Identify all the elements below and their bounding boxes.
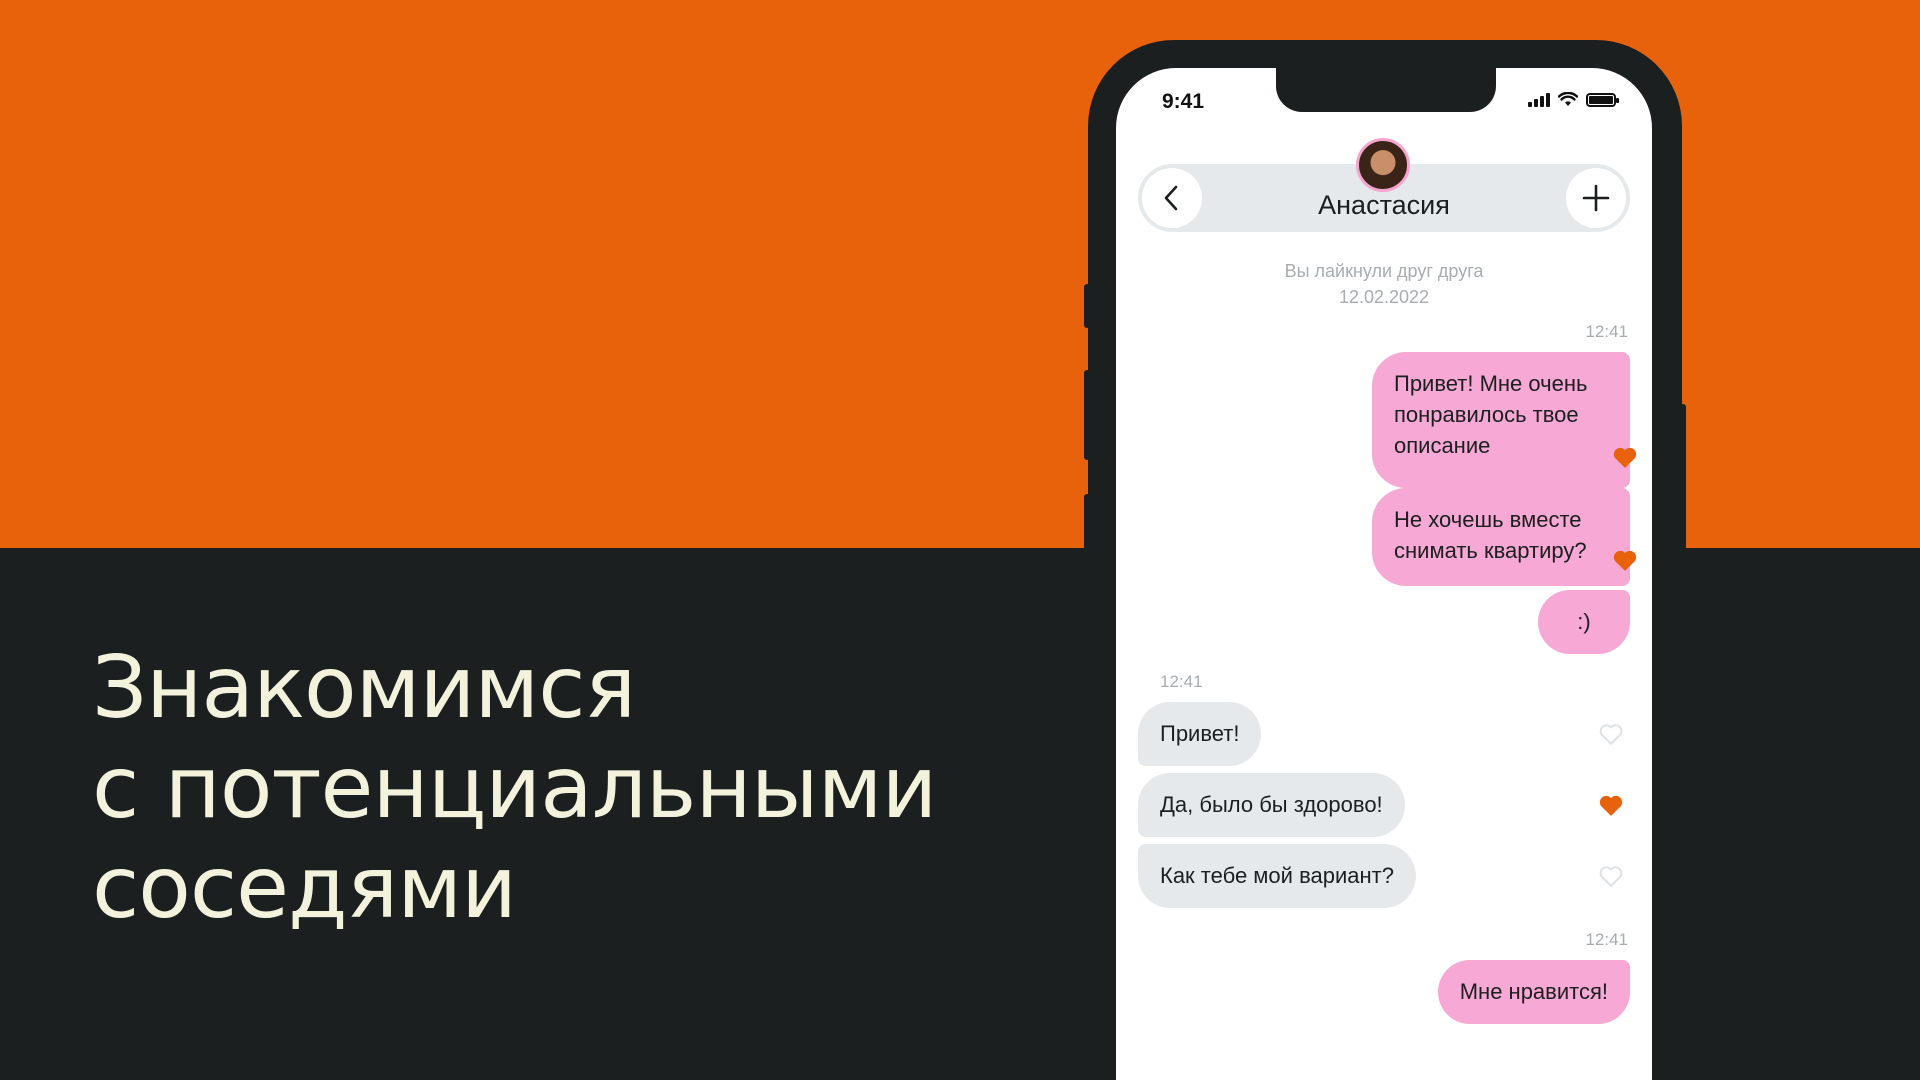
incoming-message[interactable]: Да, было бы здорово! xyxy=(1138,773,1405,837)
contact-name[interactable]: Анастасия xyxy=(1138,190,1630,221)
status-bar-time: 9:41 xyxy=(1162,90,1205,113)
heart-filled-icon[interactable] xyxy=(1612,445,1638,469)
phone-screen: 9:41 Анастасия Вы лайкнули друг друга 12… xyxy=(1116,68,1652,1080)
message-text: Да, было бы здорово! xyxy=(1160,792,1383,817)
heart-outline-icon[interactable] xyxy=(1598,864,1624,888)
message-text: Привет! xyxy=(1160,721,1240,746)
add-button[interactable] xyxy=(1566,168,1626,228)
headline-line-3: соседями xyxy=(92,838,517,938)
headline-line-2: с потенциальными xyxy=(92,738,937,838)
battery-icon xyxy=(1586,93,1619,107)
heart-filled-icon[interactable] xyxy=(1598,793,1624,817)
match-note-date: 12.02.2022 xyxy=(1338,287,1430,307)
match-note: Вы лайкнули друг друга 12.02.2022 xyxy=(1116,258,1652,310)
match-note-text: Вы лайкнули друг друга xyxy=(1284,261,1484,281)
message-text: :) xyxy=(1577,609,1591,634)
phone-volume-down-button xyxy=(1084,494,1090,584)
phone-power-button xyxy=(1680,404,1686,550)
message-timestamp: 12:41 xyxy=(1585,322,1628,341)
chat-header: Анастасия xyxy=(1138,138,1630,232)
outgoing-message[interactable]: :) xyxy=(1538,590,1630,654)
outgoing-message[interactable]: Привет! Мне очень понравилось твое описа… xyxy=(1372,352,1630,488)
heart-outline-icon[interactable] xyxy=(1598,722,1624,746)
message-text: Привет! Мне очень понравилось твое описа… xyxy=(1394,371,1588,458)
phone-notch xyxy=(1276,68,1496,112)
plus-icon xyxy=(1582,184,1610,212)
message-text: Не хочешь вместе снимать квартиру? xyxy=(1394,507,1587,563)
status-bar-icons xyxy=(1528,92,1619,107)
heart-filled-icon[interactable] xyxy=(1612,548,1638,572)
wifi-icon xyxy=(1558,92,1578,106)
message-timestamp: 12:41 xyxy=(1160,672,1203,691)
contact-avatar[interactable] xyxy=(1356,138,1410,192)
phone-volume-up-button xyxy=(1084,370,1090,460)
incoming-message[interactable]: Как тебе мой вариант? xyxy=(1138,844,1416,908)
phone-mute-switch xyxy=(1084,284,1090,328)
message-timestamp: 12:41 xyxy=(1585,930,1628,949)
headline-line-1: Знакомимся xyxy=(92,638,636,738)
outgoing-message[interactable]: Не хочешь вместе снимать квартиру? xyxy=(1372,488,1630,586)
outgoing-message[interactable]: Мне нравится! xyxy=(1437,960,1630,1024)
message-text: Как тебе мой вариант? xyxy=(1160,863,1394,888)
cellular-signal-icon xyxy=(1528,93,1550,107)
headline: Знакомимся с потенциальными соседями xyxy=(92,638,937,938)
incoming-message[interactable]: Привет! xyxy=(1138,702,1262,766)
message-text: Мне нравится! xyxy=(1459,979,1608,1004)
